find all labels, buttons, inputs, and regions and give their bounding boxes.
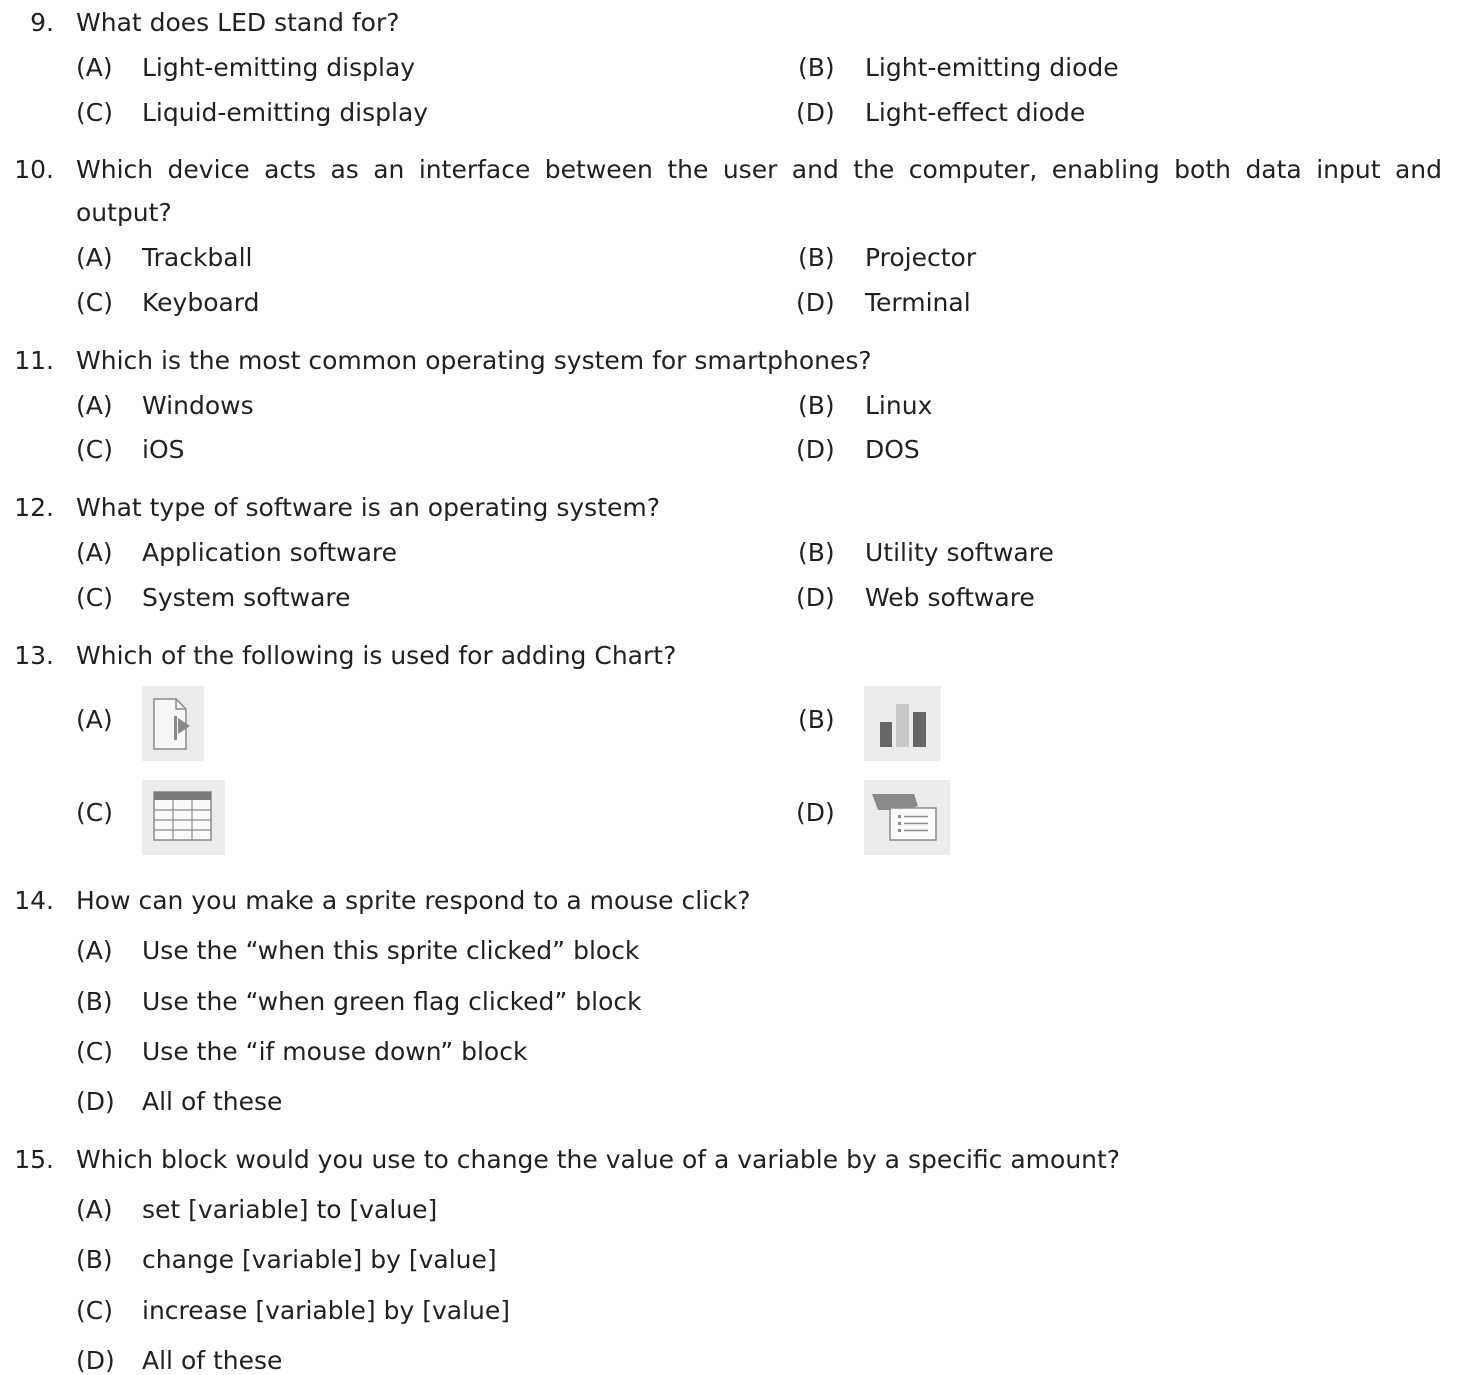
option-text: Windows (142, 391, 254, 420)
option-text: Application software (142, 538, 397, 567)
slide-layout-icon (864, 780, 950, 855)
option-key: (D) (796, 435, 835, 464)
option-key: (B) (798, 391, 835, 420)
option-text: System software (142, 583, 351, 612)
option-key: (C) (76, 1037, 113, 1066)
table-icon (142, 780, 225, 855)
option-text: Use the “when green flag clicked” block (142, 987, 642, 1016)
option-key: (B) (798, 53, 835, 82)
option-key: (B) (798, 243, 835, 272)
question-text-line: output? (76, 198, 172, 227)
option-text: Keyboard (142, 288, 260, 317)
media-file-icon (142, 686, 204, 761)
option-key: (C) (76, 98, 113, 127)
question-number: 15. (14, 1145, 54, 1174)
option-text: Linux (865, 391, 933, 420)
option-key: (A) (76, 538, 113, 567)
question-number: 13. (14, 641, 54, 670)
option-key: (A) (76, 705, 113, 734)
option-key: (B) (798, 538, 835, 567)
option-key: (C) (76, 583, 113, 612)
option-key: (D) (76, 1346, 115, 1375)
question-number: 12. (14, 493, 54, 522)
question-text: What does LED stand for? (76, 8, 400, 37)
option-key: (D) (796, 798, 835, 827)
option-text: All of these (142, 1087, 283, 1116)
option-text: Light-effect diode (865, 98, 1086, 127)
question-text: How can you make a sprite respond to a m… (76, 886, 751, 915)
option-key: (A) (76, 243, 113, 272)
option-text: set [variable] to [value] (142, 1195, 438, 1224)
question-text: Which is the most common operating syste… (76, 346, 872, 375)
question-text: Which block would you use to change the … (76, 1145, 1121, 1174)
option-key: (B) (76, 987, 113, 1016)
option-text: Utility software (865, 538, 1054, 567)
question-number: 10. (14, 155, 54, 184)
option-text: Trackball (142, 243, 253, 272)
bar-chart-icon (864, 686, 941, 761)
option-key: (B) (798, 705, 835, 734)
option-key: (A) (76, 53, 113, 82)
option-text: Terminal (865, 288, 971, 317)
option-key: (C) (76, 435, 113, 464)
question-text: What type of software is an operating sy… (76, 493, 661, 522)
question-number: 14. (14, 886, 54, 915)
option-text: Liquid-emitting display (142, 98, 429, 127)
question-text-line: Which device acts as an interface betwee… (76, 155, 1442, 184)
option-text: Projector (865, 243, 977, 272)
option-key: (A) (76, 1195, 113, 1224)
option-key: (D) (796, 583, 835, 612)
question-number: 11. (14, 346, 54, 375)
option-text: change [variable] by [value] (142, 1245, 497, 1274)
option-key: (C) (76, 288, 113, 317)
option-text: Light-emitting display (142, 53, 416, 82)
option-key: (D) (796, 98, 835, 127)
option-key: (C) (76, 798, 113, 827)
option-key: (D) (796, 288, 835, 317)
option-text: iOS (142, 435, 185, 464)
option-text: Light-emitting diode (865, 53, 1119, 82)
option-key: (A) (76, 936, 113, 965)
option-key: (C) (76, 1296, 113, 1325)
option-text: Use the “when this sprite clicked” block (142, 936, 640, 965)
option-key: (D) (76, 1087, 115, 1116)
option-text: DOS (865, 435, 920, 464)
option-text: All of these (142, 1346, 283, 1375)
option-key: (A) (76, 391, 113, 420)
option-text: Use the “if mouse down” block (142, 1037, 528, 1066)
option-text: Web software (865, 583, 1035, 612)
option-text: increase [variable] by [value] (142, 1296, 511, 1325)
question-text: Which of the following is used for addin… (76, 641, 677, 670)
option-key: (B) (76, 1245, 113, 1274)
question-number: 9. (30, 8, 54, 37)
